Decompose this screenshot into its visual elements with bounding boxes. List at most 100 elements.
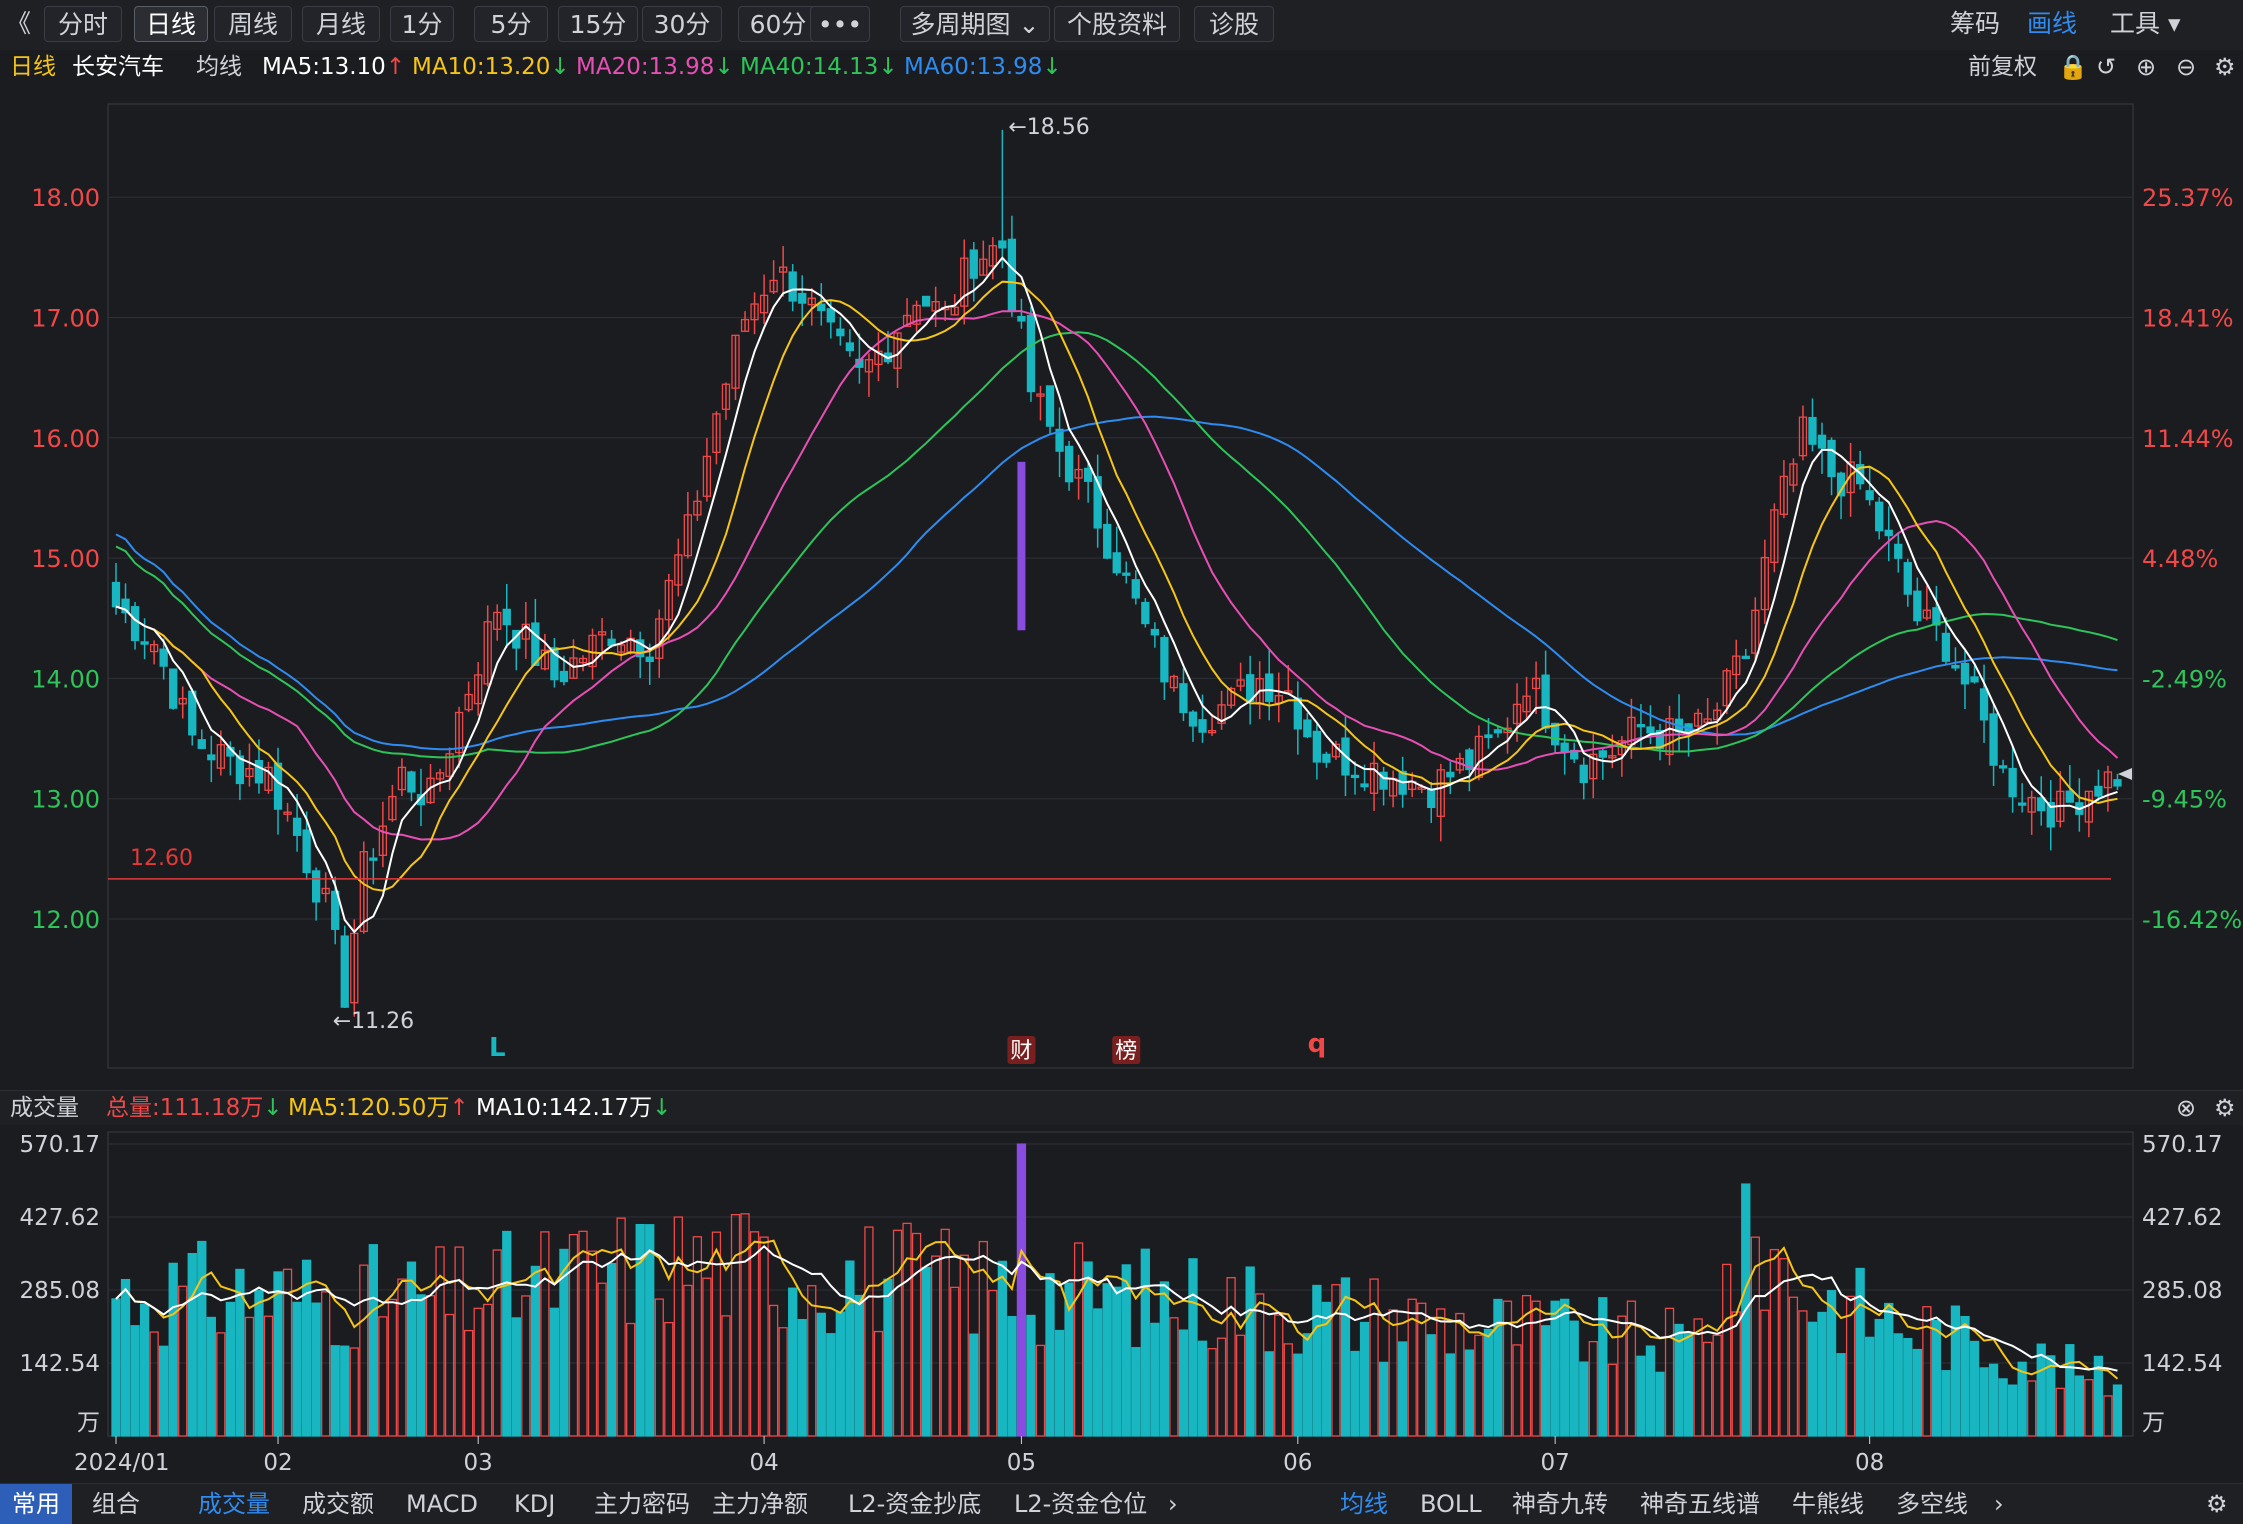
candle <box>2113 773 2122 790</box>
candle <box>864 353 874 397</box>
x-tick-label: 07 <box>1541 1450 1570 1476</box>
candle <box>1932 585 1941 641</box>
volume-bar <box>788 1287 798 1437</box>
volume-bar <box>568 1233 579 1437</box>
candle <box>588 628 597 680</box>
indicator-more-icon[interactable]: › <box>1168 1484 1178 1524</box>
candle <box>1131 570 1140 605</box>
candle <box>1646 705 1655 745</box>
candle <box>1779 460 1789 519</box>
adjust-label[interactable]: 前复权 <box>1968 50 2037 84</box>
indicator-tab-6[interactable]: L2-资金抄底 <box>848 1484 981 1524</box>
close-icon[interactable]: ⊗ <box>2176 1091 2196 1125</box>
candle <box>378 801 388 868</box>
volume-bar <box>1026 1314 1036 1437</box>
volume-header: 成交量 总量:111.18万↓ MA5:120.50万↑ MA10:142.17… <box>0 1090 2243 1125</box>
indicator-tab-1[interactable]: 成交额 <box>302 1484 374 1524</box>
volume-bar <box>1655 1371 1665 1437</box>
marker-text: 财 <box>1010 1039 1032 1064</box>
overlay-tab-3[interactable]: 神奇五线谱 <box>1640 1484 1760 1524</box>
candle <box>1093 454 1102 548</box>
indicator-tab-5[interactable]: 主力净额 <box>712 1484 808 1524</box>
indicator-tab-0[interactable]: 成交量 <box>198 1484 270 1524</box>
lock-icon[interactable]: 🔒 <box>2058 50 2088 84</box>
back-icon[interactable]: 《 <box>6 6 31 42</box>
indicator-tab-3[interactable]: KDJ <box>514 1484 555 1524</box>
tab-8[interactable]: 60分 <box>738 6 818 42</box>
candle-body <box>1598 750 1607 758</box>
candle <box>1875 497 1884 540</box>
bottom-bar: 常用 组合 成交量 成交额 MACD KDJ 主力密码 主力净额 L2-资金抄底 L2-资金仓… <box>0 1483 2243 1524</box>
candle-body <box>1007 238 1017 312</box>
tab-4[interactable]: 1分 <box>390 6 454 42</box>
volume-bar <box>2036 1343 2046 1437</box>
tab-9[interactable]: ••• <box>810 6 870 42</box>
tab-0[interactable]: 分时 <box>44 6 122 42</box>
volume-bar <box>1112 1286 1122 1437</box>
tools-menu[interactable]: 工具 ▾ <box>2110 6 2181 42</box>
candle <box>1246 655 1255 725</box>
volume-bar <box>892 1229 903 1437</box>
candle <box>1903 558 1912 607</box>
overlay-tab-2[interactable]: 神奇九转 <box>1512 1484 1608 1524</box>
price-chart[interactable]: 12.00 -16.42% 13.00 -9.45% 14.00 -2.49% 15.00 4… <box>0 84 2243 1089</box>
candle-body <box>817 303 826 312</box>
volume-bar <box>483 1303 493 1437</box>
candle <box>693 490 702 521</box>
overlay-tab-1[interactable]: BOLL <box>1420 1484 1482 1524</box>
candle-body <box>1265 673 1274 702</box>
candle <box>921 295 931 307</box>
volume-bar <box>1903 1337 1913 1437</box>
candle <box>321 872 330 903</box>
candle <box>1265 650 1274 721</box>
overlay-tab-4[interactable]: 牛熊线 <box>1792 1484 1864 1524</box>
volume-bar <box>1283 1343 1293 1437</box>
overlay-tab-5[interactable]: 多空线 <box>1896 1484 1968 1524</box>
zoom-in-icon[interactable]: ⊕ <box>2136 50 2156 84</box>
tab-6[interactable]: 15分 <box>558 6 638 42</box>
candle <box>207 735 216 783</box>
candle <box>1169 674 1179 692</box>
candle <box>426 763 435 804</box>
chip-distribution-button[interactable]: 筹码 <box>1950 6 2000 42</box>
ma-label[interactable]: 均线 <box>196 50 242 84</box>
candle <box>845 329 855 357</box>
candle-body <box>1960 662 1970 685</box>
volume-bar <box>416 1294 426 1437</box>
candle <box>2103 765 2113 812</box>
tab-10[interactable]: 多周期图 ⌄ <box>900 6 1050 42</box>
indicator-tab-4[interactable]: 主力密码 <box>594 1484 690 1524</box>
tab-1[interactable]: 日线 <box>134 6 208 42</box>
settings-gear-icon[interactable]: ⚙ <box>2214 50 2236 84</box>
tab-combo[interactable]: 组合 <box>92 1484 140 1524</box>
volume-bar <box>1969 1340 1980 1437</box>
bottom-settings-gear-icon[interactable]: ⚙ <box>2206 1484 2228 1524</box>
candle-body <box>1198 719 1207 733</box>
candle-body <box>130 606 140 642</box>
draw-line-button[interactable]: 画线 <box>2027 6 2077 42</box>
zoom-out-icon[interactable]: ⊖ <box>2176 50 2196 84</box>
tab-12[interactable]: 诊股 <box>1194 6 1274 42</box>
tab-11[interactable]: 个股资料 <box>1054 6 1180 42</box>
volume-settings-gear-icon[interactable]: ⚙ <box>2214 1091 2236 1125</box>
tab-7[interactable]: 30分 <box>642 6 722 42</box>
volume-bar <box>530 1265 541 1437</box>
tab-5[interactable]: 5分 <box>474 6 548 42</box>
volume-bar <box>1645 1345 1656 1437</box>
candle-body <box>1112 552 1121 574</box>
indicator-tab-2[interactable]: MACD <box>406 1484 478 1524</box>
volume-bar <box>730 1214 741 1437</box>
volume-chart[interactable]: 142.54 142.54 285.08 285.08 427.62 427.62 570.… <box>0 1124 2243 1483</box>
candle <box>2027 790 2036 835</box>
undo-icon[interactable]: ↺ <box>2096 50 2116 84</box>
candle <box>1827 437 1836 496</box>
candle-body <box>1989 713 1998 766</box>
volume-tick-label: 427.62 <box>2142 1205 2222 1231</box>
overlay-tab-0[interactable]: 均线 <box>1340 1484 1388 1524</box>
tab-common[interactable]: 常用 <box>0 1484 72 1524</box>
tab-3[interactable]: 月线 <box>302 6 380 42</box>
candle-body <box>1083 467 1093 482</box>
overlay-more-icon[interactable]: › <box>1994 1484 2004 1524</box>
tab-2[interactable]: 周线 <box>214 6 292 42</box>
indicator-tab-7[interactable]: L2-资金仓位 <box>1014 1484 1147 1524</box>
